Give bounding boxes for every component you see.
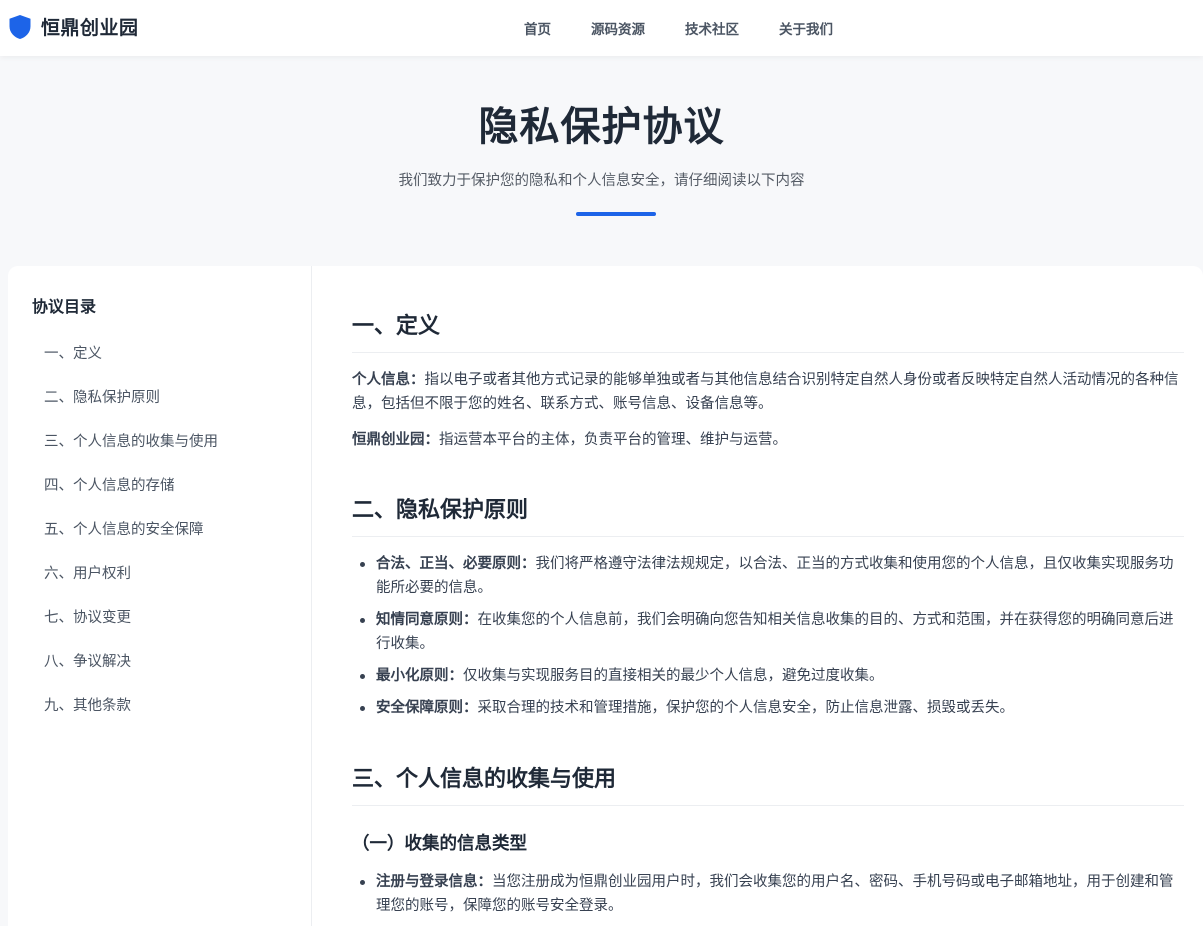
term-label: 知情同意原则： [376,612,478,628]
title-accent-bar [576,212,656,216]
toc-item-storage[interactable]: 四、个人信息的存储 [44,471,218,515]
subsection-title-info-types: （一）收集的信息类型 [352,834,527,854]
toc-item-collection[interactable]: 三、个人信息的收集与使用 [44,427,218,471]
section-title-definition: 一、定义 [352,308,1184,353]
shield-icon [9,14,31,39]
nav-link-about[interactable]: 关于我们 [779,18,833,38]
term-text: 采取合理的技术和管理措施，保护您的个人信息安全，防止信息泄露、损毁或丢失。 [477,700,1015,716]
term-text: 仅收集与实现服务目的直接相关的最少个人信息，避免过度收集。 [463,668,884,684]
toc-item-other[interactable]: 九、其他条款 [44,691,218,735]
term-label: 恒鼎创业园： [352,432,439,448]
nav-menu: 首页 源码资源 技术社区 关于我们 [504,0,853,56]
brand-name: 恒鼎创业园 [41,17,139,39]
toc-title: 协议目录 [32,297,97,316]
term-text: 指以电子或者其他方式记录的能够单独或者与其他信息结合识别特定自然人身份或者反映特… [352,372,1179,412]
toc-list: 一、定义 二、隐私保护原则 三、个人信息的收集与使用 四、个人信息的存储 五、个… [44,339,218,735]
toc-item-changes[interactable]: 七、协议变更 [44,603,218,647]
list-item: 安全保障原则：采取合理的技术和管理措施，保护您的个人信息安全，防止信息泄露、损毁… [352,696,1184,720]
toc-sidebar: 协议目录 一、定义 二、隐私保护原则 三、个人信息的收集与使用 四、个人信息的存… [8,266,312,926]
definition-personal-info: 个人信息：指以电子或者其他方式记录的能够单独或者与其他信息结合识别特定自然人身份… [352,368,1184,416]
definition-operator: 恒鼎创业园：指运营本平台的主体，负责平台的管理、维护与运营。 [352,428,1184,452]
term-text: 在收集您的个人信息前，我们会明确向您告知相关信息收集的目的、方式和范围，并在获得… [376,612,1174,652]
toc-item-disputes[interactable]: 八、争议解决 [44,647,218,691]
term-label: 合法、正当、必要原则： [376,556,536,572]
toc-item-definition[interactable]: 一、定义 [44,339,218,383]
nav-link-source[interactable]: 源码资源 [591,18,645,38]
nav-link-home[interactable]: 首页 [524,18,551,38]
list-item: 知情同意原则：在收集您的个人信息前，我们会明确向您告知相关信息收集的目的、方式和… [352,608,1184,656]
term-label: 个人信息： [352,372,425,388]
principles-list: 合法、正当、必要原则：我们将严格遵守法律法规规定，以合法、正当的方式收集和使用您… [352,552,1184,728]
page-title: 隐私保护协议 [478,104,725,150]
section-title-principles: 二、隐私保护原则 [352,492,1184,537]
toc-item-security[interactable]: 五、个人信息的安全保障 [44,515,218,559]
top-navbar: 恒鼎创业园 首页 源码资源 技术社区 关于我们 [0,0,1203,56]
term-text: 指运营本平台的主体，负责平台的管理、维护与运营。 [439,432,787,448]
list-item: 注册与登录信息：当您注册成为恒鼎创业园用户时，我们会收集您的用户名、密码、手机号… [352,870,1184,918]
term-text: 当您注册成为恒鼎创业园用户时，我们会收集您的用户名、密码、手机号码或电子邮箱地址… [376,874,1174,914]
term-label: 最小化原则： [376,668,463,684]
agreement-content: 一、定义 个人信息：指以电子或者其他方式记录的能够单独或者与其他信息结合识别特定… [312,266,1203,926]
nav-link-community[interactable]: 技术社区 [685,18,739,38]
term-label: 注册与登录信息： [376,874,492,890]
hero-banner: 隐私保护协议 我们致力于保护您的隐私和个人信息安全，请仔细阅读以下内容 [0,56,1203,266]
list-item: 合法、正当、必要原则：我们将严格遵守法律法规规定，以合法、正当的方式收集和使用您… [352,552,1184,600]
term-label: 安全保障原则： [376,700,478,716]
brand-logo[interactable]: 恒鼎创业园 [8,13,139,40]
section-title-collection: 三、个人信息的收集与使用 [352,761,1184,806]
toc-item-user-rights[interactable]: 六、用户权利 [44,559,218,603]
page-subtitle: 我们致力于保护您的隐私和个人信息安全，请仔细阅读以下内容 [398,173,805,189]
list-item: 最小化原则：仅收集与实现服务目的直接相关的最少个人信息，避免过度收集。 [352,664,1184,688]
toc-item-principles[interactable]: 二、隐私保护原则 [44,383,218,427]
